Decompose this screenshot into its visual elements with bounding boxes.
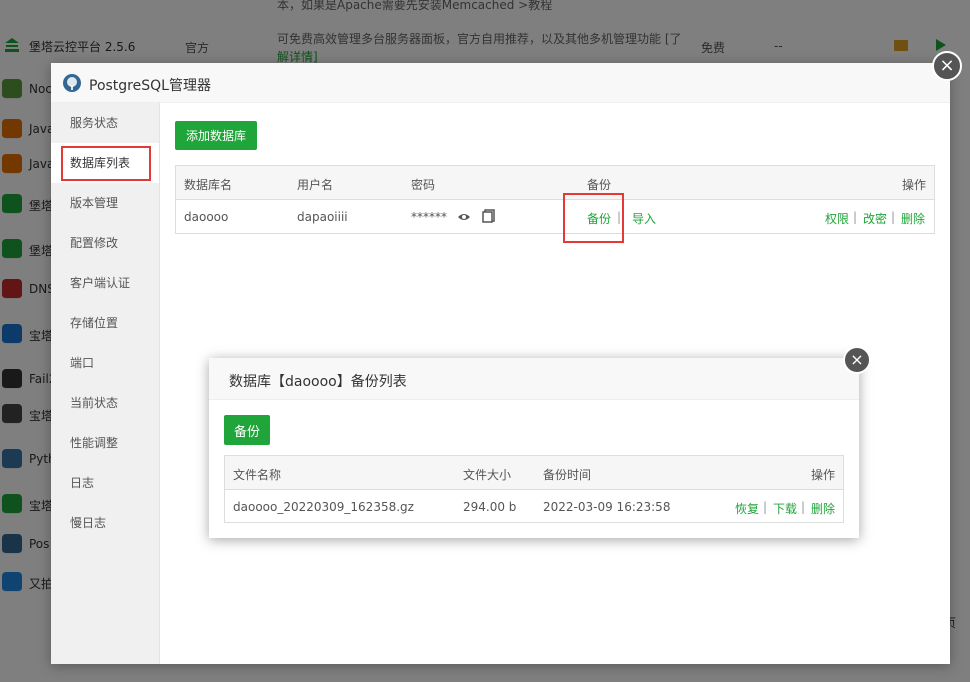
backup-file-name: daoooo_20220309_162358.gz	[233, 500, 414, 514]
database-table-header: 数据库名 用户名 密码 备份 操作	[176, 166, 934, 200]
db-password-cell: ******	[411, 210, 447, 224]
close-modal-button[interactable]: ×	[932, 51, 962, 81]
modal-header: PostgreSQL管理器	[51, 63, 950, 103]
col-username: 用户名	[297, 178, 334, 192]
separator: |	[801, 500, 806, 514]
change-password-link[interactable]: 改密	[863, 210, 887, 227]
database-table: 数据库名 用户名 密码 备份 操作 daoooo dapaoiiii *****…	[175, 165, 935, 234]
close-dialog-button[interactable]: ×	[843, 346, 871, 374]
modal-sidebar: 服务状态 数据库列表 版本管理 配置修改 客户端认证 存储位置 端口 当前状态 性能调整 日志 慢日…	[51, 103, 160, 664]
highlight-database-list	[61, 146, 151, 181]
separator: |	[891, 210, 896, 224]
add-database-button[interactable]: 添加数据库	[175, 121, 257, 150]
sidebar-item[interactable]: 服务状态	[51, 103, 159, 143]
delete-db-link[interactable]: 删除	[901, 210, 925, 227]
col-backup-ops: 操作	[811, 468, 836, 482]
col-file-name: 文件名称	[233, 468, 282, 482]
table-row: daoooo dapaoiiii ****** 备份 | 导入 权限 | 改密 …	[176, 200, 934, 234]
sidebar-item[interactable]: 端口	[51, 343, 159, 383]
separator: |	[853, 210, 858, 224]
col-backup-time: 备份时间	[543, 468, 592, 482]
restore-link[interactable]: 恢复	[735, 500, 759, 517]
sidebar-item[interactable]: 日志	[51, 463, 159, 503]
db-name-cell: daoooo	[184, 210, 229, 224]
backup-list-dialog: 数据库【daoooo】备份列表 备份 文件名称 文件大小 备份时间 操作 dao…	[209, 358, 859, 538]
backup-file-size: 294.00 b	[463, 500, 517, 514]
sidebar-item[interactable]: 存储位置	[51, 303, 159, 343]
sidebar-item[interactable]: 客户端认证	[51, 263, 159, 303]
sidebar-item[interactable]: 配置修改	[51, 223, 159, 263]
backup-table-header: 文件名称 文件大小 备份时间 操作	[225, 456, 843, 490]
close-icon: ×	[939, 55, 955, 76]
table-row: daoooo_20220309_162358.gz 294.00 b 2022-…	[225, 490, 843, 523]
col-operations: 操作	[902, 178, 927, 192]
col-password: 密码	[411, 178, 436, 192]
copy-icon[interactable]	[482, 209, 496, 223]
postgresql-elephant-icon	[63, 74, 81, 92]
delete-backup-link[interactable]: 删除	[811, 500, 835, 517]
backup-time: 2022-03-09 16:23:58	[543, 500, 671, 514]
dialog-header: 数据库【daoooo】备份列表	[209, 358, 859, 400]
backup-table: 文件名称 文件大小 备份时间 操作 daoooo_20220309_162358…	[224, 455, 844, 523]
modal-title: PostgreSQL管理器	[89, 78, 211, 94]
col-backup: 备份	[587, 178, 612, 192]
db-user-cell: dapaoiiii	[297, 210, 348, 224]
col-file-size: 文件大小	[463, 468, 512, 482]
permission-link[interactable]: 权限	[825, 210, 849, 227]
sidebar-item[interactable]: 版本管理	[51, 183, 159, 223]
sidebar-item[interactable]: 当前状态	[51, 383, 159, 423]
eye-icon[interactable]	[457, 210, 471, 224]
col-db-name: 数据库名	[184, 178, 233, 192]
close-icon: ×	[850, 350, 864, 369]
dialog-title: 数据库【daoooo】备份列表	[229, 374, 407, 390]
download-link[interactable]: 下载	[773, 500, 797, 517]
sidebar-item[interactable]: 性能调整	[51, 423, 159, 463]
sidebar-item[interactable]: 慢日志	[51, 503, 159, 543]
highlight-backup-link	[563, 193, 624, 243]
import-link[interactable]: 导入	[632, 210, 656, 227]
separator: |	[763, 500, 768, 514]
create-backup-button[interactable]: 备份	[224, 415, 270, 445]
